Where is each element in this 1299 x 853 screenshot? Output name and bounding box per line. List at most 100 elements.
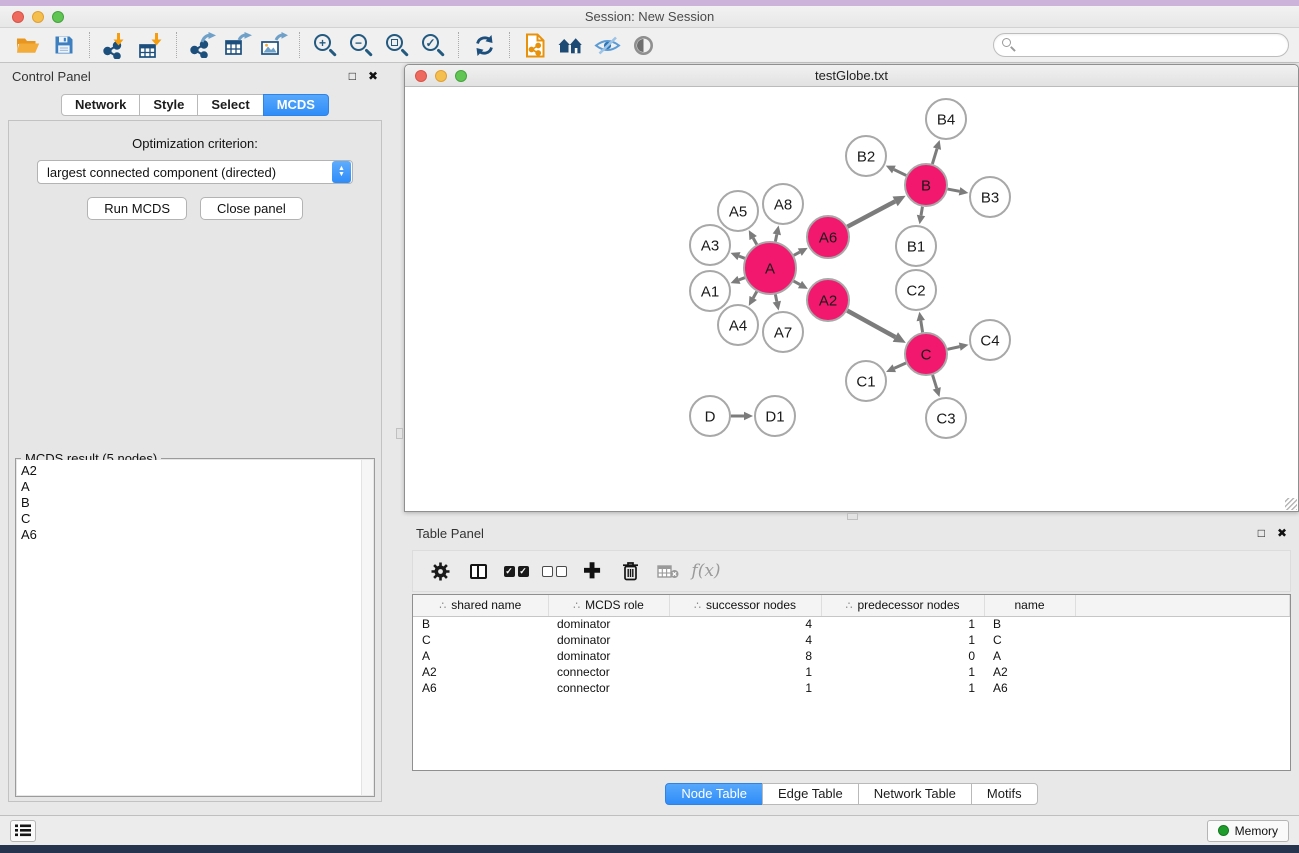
network-node-A2[interactable]: A2 xyxy=(807,279,849,321)
delete-table-icon[interactable] xyxy=(649,554,687,588)
zoom-in-icon[interactable]: + xyxy=(307,30,343,60)
table-row[interactable]: Cdominator41C xyxy=(413,632,1290,648)
hide-selected-icon[interactable] xyxy=(589,30,625,60)
table-cell[interactable]: dominator xyxy=(548,648,669,664)
table-cell[interactable]: C xyxy=(413,632,548,648)
mcds-result-item[interactable]: B xyxy=(21,495,373,511)
mcds-result-item[interactable]: A6 xyxy=(21,527,373,543)
close-panel-button[interactable]: Close panel xyxy=(200,197,303,220)
edge-A-A1[interactable] xyxy=(739,278,745,280)
edge-A-A5[interactable] xyxy=(753,238,757,244)
network-node-B3[interactable]: B3 xyxy=(970,177,1010,217)
table-cell[interactable]: B xyxy=(413,616,548,632)
table-cell[interactable]: 4 xyxy=(669,632,821,648)
function-builder-icon[interactable]: f(x) xyxy=(687,554,725,588)
first-neighbors-icon[interactable] xyxy=(553,30,589,60)
network-node-A3[interactable]: A3 xyxy=(690,225,730,265)
delete-column-icon[interactable] xyxy=(611,554,649,588)
edge-A-A4[interactable] xyxy=(753,292,757,298)
export-network-icon[interactable] xyxy=(184,30,220,60)
save-session-icon[interactable] xyxy=(46,30,82,60)
table-cell[interactable]: 0 xyxy=(821,648,984,664)
network-node-A6[interactable]: A6 xyxy=(807,216,849,258)
edge-C-C4[interactable] xyxy=(947,347,959,350)
edge-A6-B[interactable] xyxy=(847,201,895,226)
edge-A-A3[interactable] xyxy=(739,256,745,258)
table-row[interactable]: A6connector11A6 xyxy=(413,680,1290,696)
zoom-out-icon[interactable]: − xyxy=(343,30,379,60)
memory-button[interactable]: Memory xyxy=(1207,820,1289,842)
show-columns-icon[interactable] xyxy=(459,554,497,588)
table-cell[interactable]: dominator xyxy=(548,632,669,648)
network-node-B[interactable]: B xyxy=(905,164,947,206)
search-input[interactable] xyxy=(1022,38,1280,53)
table-cell[interactable]: 1 xyxy=(821,664,984,680)
table-cell[interactable]: 1 xyxy=(821,632,984,648)
tab-mcds[interactable]: MCDS xyxy=(263,94,329,116)
table-cell[interactable]: A6 xyxy=(413,680,548,696)
column-header-name[interactable]: name xyxy=(984,595,1075,616)
zoom-fit-icon[interactable] xyxy=(379,30,415,60)
mcds-result-item[interactable]: C xyxy=(21,511,373,527)
table-cell[interactable]: dominator xyxy=(548,616,669,632)
table-cell[interactable]: connector xyxy=(548,680,669,696)
tab-select[interactable]: Select xyxy=(197,94,263,116)
table-cell[interactable]: A2 xyxy=(413,664,548,680)
network-node-C1[interactable]: C1 xyxy=(846,361,886,401)
tab-network[interactable]: Network xyxy=(61,94,140,116)
edge-A-A8[interactable] xyxy=(775,234,776,241)
import-network-icon[interactable] xyxy=(97,30,133,60)
network-node-A1[interactable]: A1 xyxy=(690,271,730,311)
tab-network-table[interactable]: Network Table xyxy=(858,783,972,805)
table-settings-gear-icon[interactable] xyxy=(421,554,459,588)
network-node-C4[interactable]: C4 xyxy=(970,320,1010,360)
tab-node-table[interactable]: Node Table xyxy=(665,783,763,805)
network-node-A4[interactable]: A4 xyxy=(718,305,758,345)
edge-A-A6[interactable] xyxy=(794,252,800,255)
mcds-result-list[interactable]: A2ABCA6 xyxy=(17,460,373,795)
splitter-grip-vertical[interactable] xyxy=(396,428,403,439)
unselect-all-columns-icon[interactable] xyxy=(535,554,573,588)
network-node-B4[interactable]: B4 xyxy=(926,99,966,139)
table-row[interactable]: A2connector11A2 xyxy=(413,664,1290,680)
refresh-icon[interactable] xyxy=(466,30,502,60)
column-header-MCDS-role[interactable]: ∴MCDS role xyxy=(548,595,669,616)
float-panel-icon[interactable]: □ xyxy=(349,69,356,83)
network-node-D1[interactable]: D1 xyxy=(755,396,795,436)
table-cell[interactable]: 1 xyxy=(821,680,984,696)
table-cell[interactable]: B xyxy=(984,616,1075,632)
export-image-icon[interactable] xyxy=(256,30,292,60)
network-node-A7[interactable]: A7 xyxy=(763,312,803,352)
edge-B-B4[interactable] xyxy=(932,149,937,164)
table-cell[interactable]: 4 xyxy=(669,616,821,632)
table-cell[interactable]: A2 xyxy=(984,664,1075,680)
tab-style[interactable]: Style xyxy=(139,94,198,116)
column-header-predecessor-nodes[interactable]: ∴predecessor nodes xyxy=(821,595,984,616)
network-node-A[interactable]: A xyxy=(744,242,796,294)
splitter-grip-horizontal[interactable] xyxy=(847,513,858,520)
open-session-icon[interactable] xyxy=(10,30,46,60)
tab-motifs[interactable]: Motifs xyxy=(971,783,1038,805)
network-from-selection-icon[interactable] xyxy=(517,30,553,60)
edge-A2-C[interactable] xyxy=(847,311,895,337)
column-header-successor-nodes[interactable]: ∴successor nodes xyxy=(669,595,821,616)
export-table-icon[interactable] xyxy=(220,30,256,60)
table-cell[interactable]: 8 xyxy=(669,648,821,664)
close-panel-icon[interactable]: ✖ xyxy=(1277,526,1287,540)
import-table-icon[interactable] xyxy=(133,30,169,60)
show-all-icon[interactable] xyxy=(625,30,661,60)
network-node-C[interactable]: C xyxy=(905,333,947,375)
edge-C-C1[interactable] xyxy=(894,363,906,368)
table-cell[interactable]: A xyxy=(984,648,1075,664)
network-node-A5[interactable]: A5 xyxy=(718,191,758,231)
edge-C-C2[interactable] xyxy=(921,321,923,333)
table-cell[interactable]: A xyxy=(413,648,548,664)
add-column-icon[interactable]: ✚ xyxy=(573,554,611,588)
table-row[interactable]: Adominator80A xyxy=(413,648,1290,664)
window-resize-grip[interactable] xyxy=(1285,498,1297,510)
network-node-C2[interactable]: C2 xyxy=(896,270,936,310)
network-canvas[interactable]: AA6A2BCA5A8A3A1A4A7B2B4B3B1C2C4C1C3DD1 xyxy=(405,87,1298,511)
table-cell[interactable]: connector xyxy=(548,664,669,680)
column-header-shared-name[interactable]: ∴shared name xyxy=(413,595,548,616)
table-row[interactable]: Bdominator41B xyxy=(413,616,1290,632)
